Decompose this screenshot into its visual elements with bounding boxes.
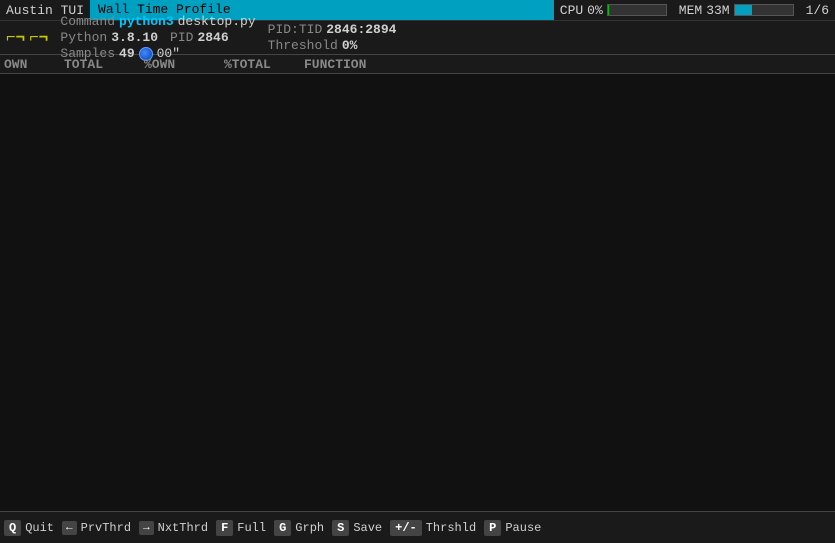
threshold-label: Threshold [268,38,338,53]
python-label: Python [60,30,107,45]
label-full: Full [233,521,270,535]
cpu-bar [607,4,667,16]
key-f[interactable]: F [216,520,233,536]
waveform-icon-2: ⌐¬ [29,29,48,47]
key-full[interactable]: F Full [216,520,270,536]
cpu-value: 0% [587,3,603,18]
bottom-bar: Q Quit ← PrvThrd → NxtThrd F Full G Grph… [0,511,835,543]
col-own: OWN [4,57,64,72]
pid-value: 2846 [197,30,228,45]
label-save: Save [349,521,386,535]
key-right-arrow[interactable]: → [139,521,154,535]
col-function: FUNCTION [304,57,831,72]
label-nxtthrd: NxtThrd [154,521,212,535]
mem-section: MEM 33M [673,3,800,18]
threshold-row: Threshold 0% [268,39,397,53]
waveform-area: ⌐¬ ⌐¬ [0,21,54,54]
key-left-arrow[interactable]: ← [62,521,77,535]
col-pown: %OWN [144,57,224,72]
label-quit: Quit [21,521,58,535]
cpu-label: CPU [560,3,583,18]
info-bar: ⌐¬ ⌐¬ Command python3 desktop.py Python … [0,20,835,54]
key-p[interactable]: P [484,520,501,536]
command-row: Command python3 desktop.py [60,15,255,29]
key-thrshld[interactable]: +/- Thrshld [390,520,480,536]
key-prvthrd[interactable]: ← PrvThrd [62,521,135,535]
col-total: TOTAL [64,57,144,72]
info-left: Command python3 desktop.py Python 3.8.10… [54,21,261,54]
cpu-bar-fill [608,5,609,15]
label-grph: Grph [291,521,328,535]
mem-label: MEM [679,3,702,18]
key-pause[interactable]: P Pause [484,520,545,536]
command-arg: desktop.py [178,14,256,29]
key-s[interactable]: S [332,520,349,536]
info-right: PID:TID 2846:2894 Threshold 0% [262,21,403,54]
pid-tid-value: 2846:2894 [326,22,396,37]
key-g[interactable]: G [274,520,291,536]
key-save[interactable]: S Save [332,520,386,536]
command-value: python3 [119,14,174,29]
col-ptotal: %TOTAL [224,57,304,72]
mem-bar [734,4,794,16]
key-grph[interactable]: G Grph [274,520,328,536]
pid-tid-row: PID:TID 2846:2894 [268,23,397,37]
key-nxtthrd[interactable]: → NxtThrd [139,521,212,535]
column-headers: OWN TOTAL %OWN %TOTAL FUNCTION [0,54,835,74]
label-pause: Pause [501,521,545,535]
pid-tid-label: PID:TID [268,22,323,37]
python-version: 3.8.10 [111,30,158,45]
mem-bar-fill [735,5,752,15]
key-q[interactable]: Q [4,520,21,536]
waveform-icon-1: ⌐¬ [6,29,25,47]
python-row: Python 3.8.10 PID 2846 [60,31,255,45]
threshold-value: 0% [342,38,358,53]
mem-value: 33M [706,3,729,18]
key-quit[interactable]: Q Quit [4,520,58,536]
label-prvthrd: PrvThrd [77,521,135,535]
page-indicator: 1/6 [800,3,835,18]
label-thrshld: Thrshld [422,521,480,535]
pid-label: PID [170,30,193,45]
command-label: Command [60,14,115,29]
main-content [0,74,835,511]
key-plusminus[interactable]: +/- [390,520,422,536]
cpu-section: CPU 0% [554,3,673,18]
